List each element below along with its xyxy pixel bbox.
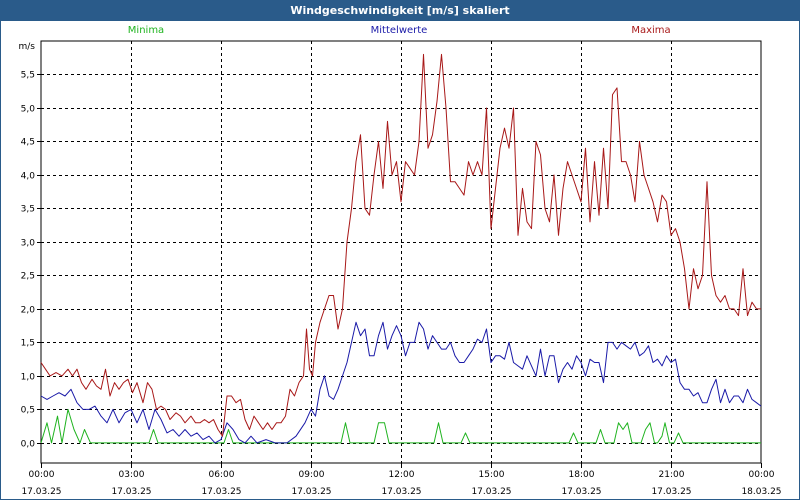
x-tick-time: 00:00	[29, 470, 55, 480]
x-tick-date: 17.03.25	[21, 487, 61, 497]
x-tick-time: 15:00	[479, 470, 505, 480]
y-tick-label: 1,0	[21, 373, 36, 383]
y-tick-label: 3,5	[21, 205, 35, 215]
x-tick-date: 17.03.25	[381, 487, 421, 497]
x-tick-time: 00:00	[749, 470, 775, 480]
y-tick-label: 5,0	[21, 105, 36, 115]
legend-minima: Minima	[128, 25, 164, 36]
x-tick-time: 03:00	[119, 470, 145, 480]
y-tick-label: 3,0	[21, 239, 36, 249]
x-tick-date: 18.03.25	[741, 487, 781, 497]
y-tick-label: 4,0	[21, 172, 36, 182]
x-tick-date: 17.03.25	[201, 487, 241, 497]
y-tick-label: 0,0	[21, 440, 36, 450]
x-tick-date: 17.03.25	[111, 487, 151, 497]
x-tick-time: 09:00	[299, 470, 325, 480]
x-tick-date: 17.03.25	[561, 487, 601, 497]
y-tick-label: 1,5	[21, 339, 35, 349]
y-tick-label: 0,5	[21, 406, 35, 416]
window-title: Windgeschwindigkeit [m/s] skaliert	[1, 1, 799, 21]
x-tick-time: 18:00	[569, 470, 595, 480]
x-tick-time: 06:00	[209, 470, 235, 480]
x-tick-date: 17.03.25	[471, 487, 511, 497]
y-tick-label: 2,5	[21, 272, 35, 282]
y-tick-label: 4,5	[21, 138, 35, 148]
y-tick-label: 2,0	[21, 306, 36, 316]
legend-mittelwerte: Mittelwerte	[371, 25, 428, 36]
x-tick-time: 21:00	[659, 470, 685, 480]
x-tick-time: 12:00	[389, 470, 415, 480]
y-tick-label: 5,5	[21, 71, 35, 81]
y-axis-label: m/s	[19, 42, 36, 52]
chart-window: Windgeschwindigkeit [m/s] skaliert 0,0 0,…	[0, 0, 800, 500]
legend-maxima: Maxima	[631, 25, 670, 36]
wind-speed-chart: 0,0 0,5 1,0 1,5 2,0 2,5 3,0 3,5 4,0 4,5 5,0 5,5 m/s 0…	[19, 25, 782, 497]
x-tick-date: 17.03.25	[651, 487, 691, 497]
x-tick-date: 17.03.25	[291, 487, 331, 497]
